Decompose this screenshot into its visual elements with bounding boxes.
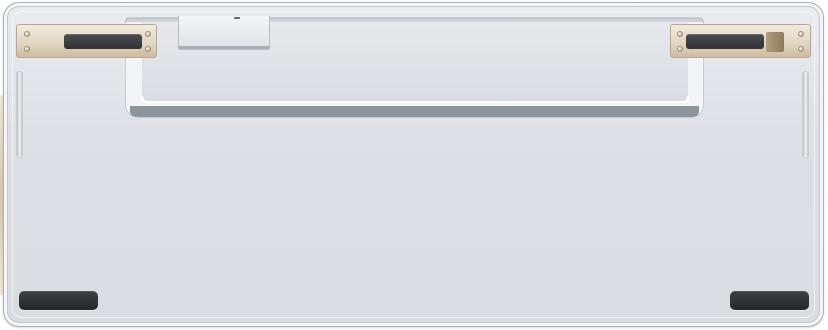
screw-icon (24, 31, 30, 37)
left-side-slot (17, 72, 22, 157)
screw-icon (798, 46, 804, 52)
left-hinge-rubber-pad (64, 34, 142, 49)
right-hinge (670, 24, 811, 58)
right-rubber-foot (730, 291, 809, 310)
screw-icon (798, 31, 804, 37)
left-rubber-foot (19, 291, 98, 310)
keyboard-bottom-photo (0, 0, 828, 330)
left-hinge (16, 24, 157, 58)
screw-icon (145, 31, 151, 37)
screw-icon (24, 46, 30, 52)
screw-icon (145, 46, 151, 52)
right-hinge-rubber-pad (686, 34, 764, 49)
latch-indicator (234, 17, 240, 19)
battery-latch (178, 16, 270, 50)
screw-icon (677, 31, 683, 37)
screw-icon (677, 46, 683, 52)
right-hinge-flap (766, 32, 784, 52)
right-side-slot (803, 72, 808, 157)
